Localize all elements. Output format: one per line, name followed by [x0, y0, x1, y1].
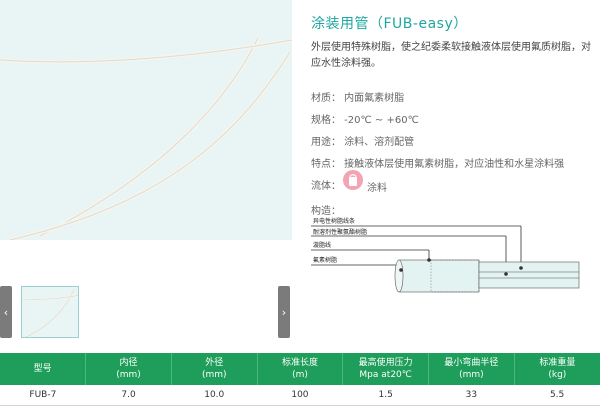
product-description: 外层使用特殊树脂，使之纪委柔软接触液体层使用氟质树脂，对应水性涂料强。 [311, 42, 591, 69]
hose-illustration [0, 37, 292, 240]
prev-image-button[interactable]: ‹ [0, 286, 12, 338]
col-header-model: 型号 [0, 353, 87, 385]
col-header-weight: 标准重量 (kg) [514, 353, 600, 385]
spec-material: 材质： 内面氟素树脂 [311, 93, 405, 104]
chevron-left-icon: ‹ [3, 305, 9, 319]
spec-usage: 用途： 涂料、溶剂配管 [311, 137, 415, 148]
cell-model: FUB-7 [0, 385, 86, 406]
structure-diagram: 异电性树脂线条 耐溶剂性聚氨酯树脂 漩脂线 氟素树脂 [311, 217, 580, 293]
fluid-value: 涂料 [367, 183, 387, 194]
table-header-row: 型号 内径 (mm) 外径 (mm) 标准长度 (m) 最高使用压力 Mpa at20℃… [0, 353, 600, 385]
next-image-button[interactable]: › [278, 286, 290, 338]
thumbnail-hose-illustration [22, 288, 78, 337]
spec-table: 型号 内径 (mm) 外径 (mm) 标准长度 (m) 最高使用压力 Mpa at20℃… [0, 353, 600, 406]
spec-feature: 特点： 接触液体层使用氟素树脂，对应油性和水星涂料强 [311, 159, 565, 170]
thumbnail-image[interactable] [21, 286, 79, 338]
paint-drop-icon [343, 170, 363, 190]
thumbnail-strip: ‹ › [0, 286, 292, 338]
table-row: FUB-7 7.0 10.0 100 1.5 33 5.5 [0, 385, 600, 406]
cell-length: 100 [257, 385, 343, 406]
cell-outer-diameter: 10.0 [171, 385, 258, 406]
cell-pressure: 1.5 [342, 385, 429, 406]
paint-can-glyph [349, 174, 357, 186]
diagram-label-spiral: 漩脂线 [313, 241, 331, 249]
spec-range: 规格： -20℃ ~ +60℃ [311, 115, 419, 126]
col-header-bend-radius: 最小弯曲半径 (mm) [428, 353, 515, 385]
product-image [0, 0, 292, 240]
diagram-label-conductive: 异电性树脂线条 [313, 217, 355, 225]
cell-bend-radius: 33 [428, 385, 515, 406]
col-header-length: 标准长度 (m) [257, 353, 344, 385]
col-header-inner-diameter: 内径 (mm) [85, 353, 172, 385]
cell-weight: 5.5 [514, 385, 600, 406]
col-header-pressure: 最高使用压力 Mpa at20℃ [342, 353, 430, 385]
diagram-label-urethane: 耐溶剂性聚氨酯树脂 [313, 228, 367, 236]
cell-inner-diameter: 7.0 [85, 385, 172, 406]
product-title: 涂装用管（FUB-easy） [311, 16, 468, 32]
col-header-outer-diameter: 外径 (mm) [171, 353, 258, 385]
chevron-right-icon: › [281, 305, 287, 319]
diagram-label-fluororesin: 氟素树脂 [313, 256, 337, 264]
spec-fluid-label: 流体： [311, 181, 341, 192]
